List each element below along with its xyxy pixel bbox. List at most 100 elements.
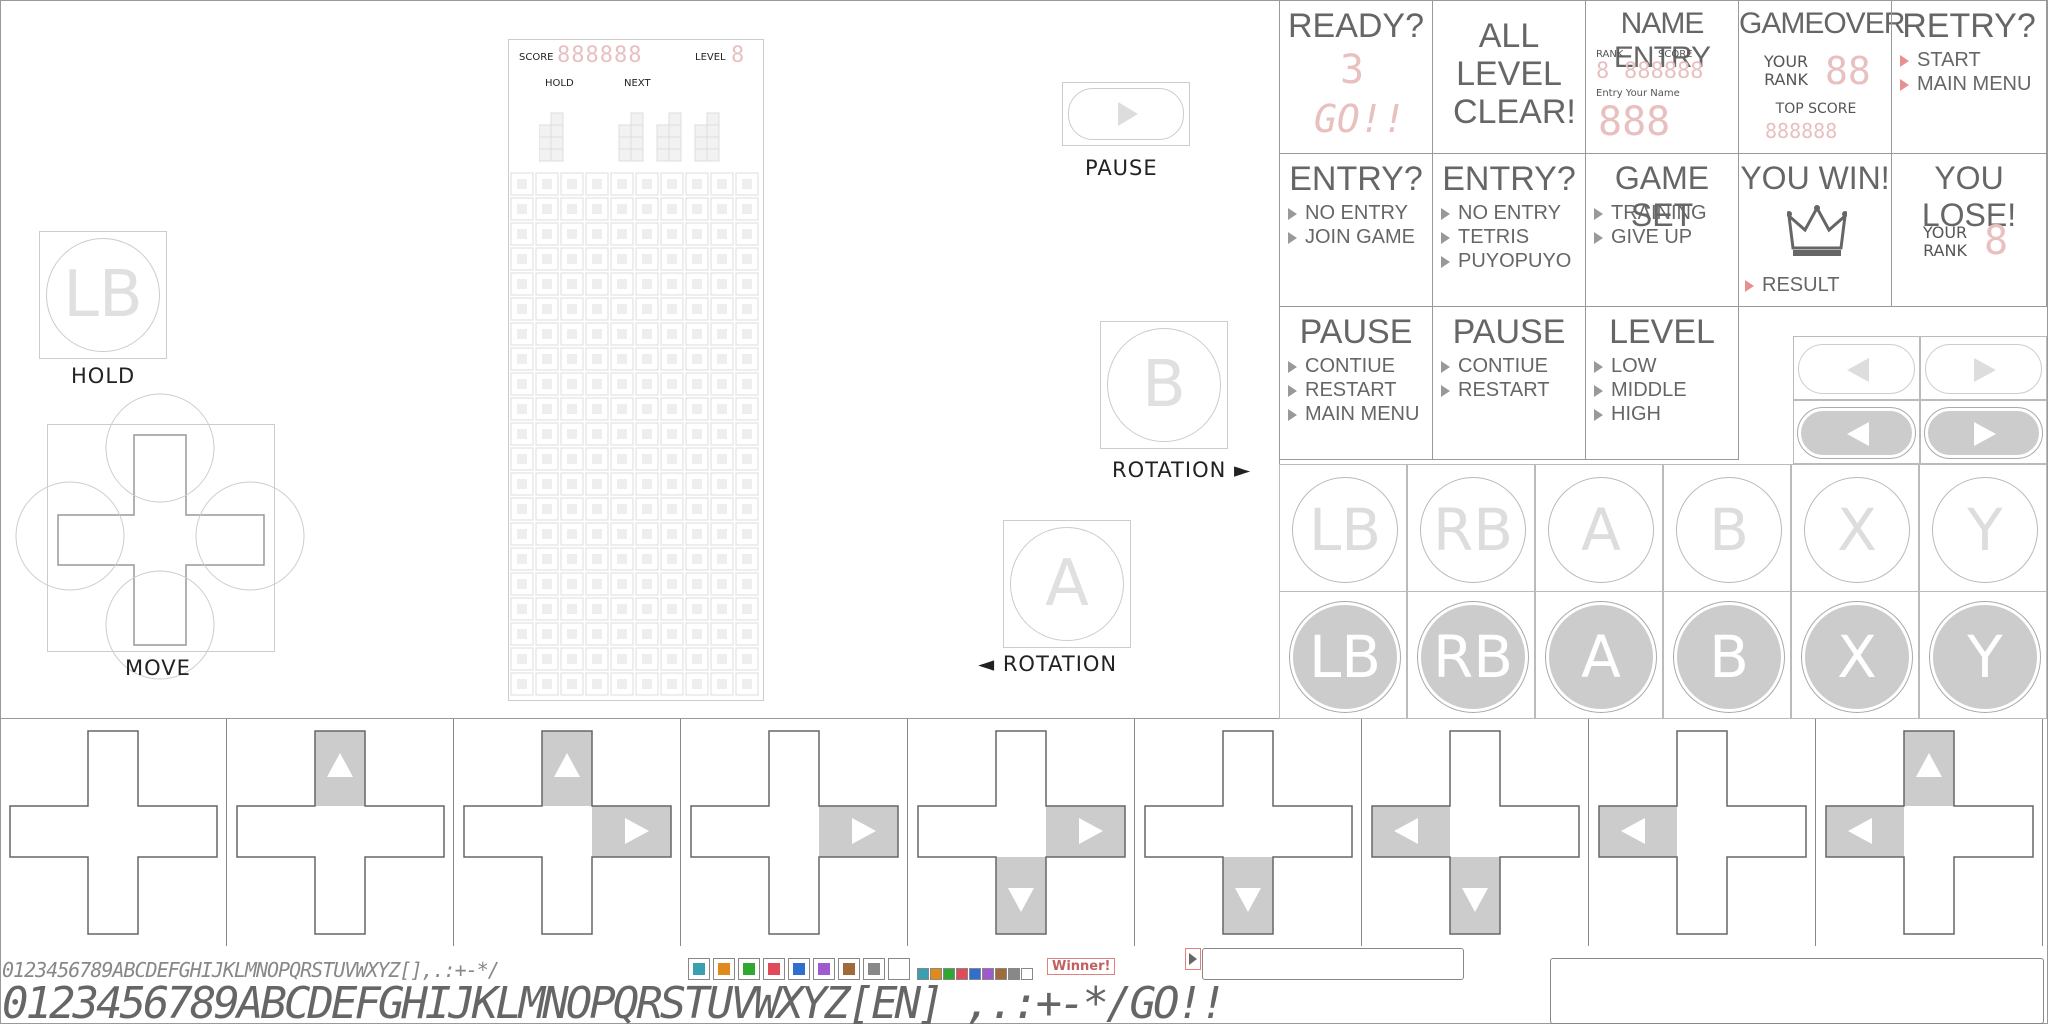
continue-option[interactable]: CONTIUE [1288,355,1395,378]
middle-option[interactable]: MIDDLE [1594,379,1687,402]
puyopuyo-option[interactable]: PUYOPUYO [1441,250,1571,273]
face-button-frame[interactable]: X [1791,464,1919,592]
retry-main-menu-option[interactable]: MAIN MENU [1900,73,2031,96]
ready-panel: READY? 3 GO!! [1279,0,1433,154]
face-button-x[interactable]: X [1802,602,1912,712]
pause-button[interactable] [1068,88,1184,140]
result-option[interactable]: RESULT [1745,274,1839,297]
grid-cell-inner [542,379,552,389]
grid-cell-inner [617,204,627,214]
grid-cell-inner [667,479,677,489]
a-button[interactable]: A [1010,527,1124,641]
grid-cell-inner [717,579,727,589]
option-label: CONTIUE [1458,355,1548,377]
color-swatch [788,958,810,980]
dpad-icon [463,730,672,935]
grid-cell-inner [567,679,577,689]
grid-cell-inner [667,504,677,514]
font-strip-large: 0123456789ABCDEFGHIJKLMNOPQRSTUVWXYZ[EN]… [2,978,1226,1029]
face-button-y[interactable]: Y [1932,477,2038,583]
tetris-option[interactable]: TETRIS [1441,226,1529,249]
next-preview-label: NEXT [624,78,651,89]
face-button-b[interactable]: B [1674,602,1784,712]
grid-cell-inner [692,179,702,189]
no-entry-option[interactable]: NO ENTRY [1288,202,1408,225]
grid-cell-inner [592,479,602,489]
face-button-rb[interactable]: RB [1420,477,1526,583]
face-buttons-pressed: LB RB A B X Y [1279,591,2047,719]
grid-cell-inner [642,529,652,539]
grid-cell-inner [617,454,627,464]
left-arrow-button-pressed[interactable] [1797,407,1916,459]
hold-button-frame[interactable]: LB [39,231,167,359]
grid-cell-inner [742,654,752,664]
entry-name-label: Entry Your Name [1596,88,1680,99]
left-arrow-icon [1847,422,1869,446]
face-button-frame[interactable]: LB [1279,464,1407,592]
left-arrow-button-frame[interactable] [1793,336,1920,400]
message-box [1550,958,2044,1024]
left-arrow-button[interactable] [1798,344,1915,394]
face-button-frame[interactable]: B [1663,591,1791,719]
training-option[interactable]: TRAINING [1594,202,1707,225]
dpad-state [681,719,908,946]
face-button-lb[interactable]: LB [1292,477,1398,583]
face-button-y[interactable]: Y [1930,602,2040,712]
retry-start-option[interactable]: START [1900,49,1981,72]
low-option[interactable]: LOW [1594,355,1657,378]
right-arrow-button-pressed[interactable] [1924,407,2043,459]
grid-cell-inner [567,429,577,439]
option-label: LOW [1611,355,1657,377]
face-button-frame[interactable]: Y [1919,591,2047,719]
grid-cell-inner [517,379,527,389]
grid-cell-inner [542,504,552,514]
name-digits[interactable]: 888 [1598,99,1670,145]
b-button-frame[interactable]: B [1100,321,1228,449]
left-arrow-button-pressed-frame[interactable] [1793,400,1920,464]
right-arrow-button-frame[interactable] [1920,336,2047,400]
b-letter: B [1142,348,1186,422]
right-arrow-button[interactable] [1925,344,2042,394]
restart-option[interactable]: RESTART [1441,379,1550,402]
text-field[interactable] [1202,948,1464,980]
face-button-frame[interactable]: A [1535,464,1663,592]
hold-button[interactable]: LB [46,238,160,352]
option-label: MAIN MENU [1917,73,2032,95]
face-button-a[interactable]: A [1546,602,1656,712]
score-label: SCORE [519,52,554,63]
you-lose-panel: YOU LOSE! YOUR RANK 8 [1891,153,2047,307]
high-option[interactable]: HIGH [1594,403,1661,426]
face-button-frame[interactable]: RB [1407,464,1535,592]
face-button-frame[interactable]: Y [1919,464,2047,592]
pause-button-frame[interactable] [1062,82,1190,146]
face-button-x[interactable]: X [1804,477,1910,583]
right-arrow-button-pressed-frame[interactable] [1920,400,2047,464]
grid-cell-inner [642,379,652,389]
face-button-frame[interactable]: LB [1279,591,1407,719]
no-entry-option[interactable]: NO ENTRY [1441,202,1561,225]
grid-cell-inner [542,404,552,414]
main-menu-option[interactable]: MAIN MENU [1288,403,1419,426]
give-up-option[interactable]: GIVE UP [1594,226,1692,249]
move-label: MOVE [125,656,191,680]
restart-option[interactable]: RESTART [1288,379,1397,402]
face-button-lb[interactable]: LB [1290,602,1400,712]
face-button-frame[interactable]: A [1535,591,1663,719]
join-game-option[interactable]: JOIN GAME [1288,226,1415,249]
face-button-rb[interactable]: RB [1418,602,1528,712]
color-swatch [813,958,835,980]
grid-cell-inner [517,279,527,289]
pause-panel-1: PAUSE CONTIUE RESTART MAIN MENU [1279,306,1433,460]
face-button-frame[interactable]: X [1791,591,1919,719]
face-button-frame[interactable]: RB [1407,591,1535,719]
continue-option[interactable]: CONTIUE [1441,355,1548,378]
face-button-a[interactable]: A [1548,477,1654,583]
face-button-b[interactable]: B [1676,477,1782,583]
a-button-frame[interactable]: A [1003,520,1131,648]
b-button[interactable]: B [1107,328,1221,442]
grid-cell-inner [592,604,602,614]
move-dpad[interactable] [14,390,314,690]
grid-cell-inner [567,254,577,264]
hold-preview-label: HOLD [545,78,574,89]
face-button-frame[interactable]: B [1663,464,1791,592]
